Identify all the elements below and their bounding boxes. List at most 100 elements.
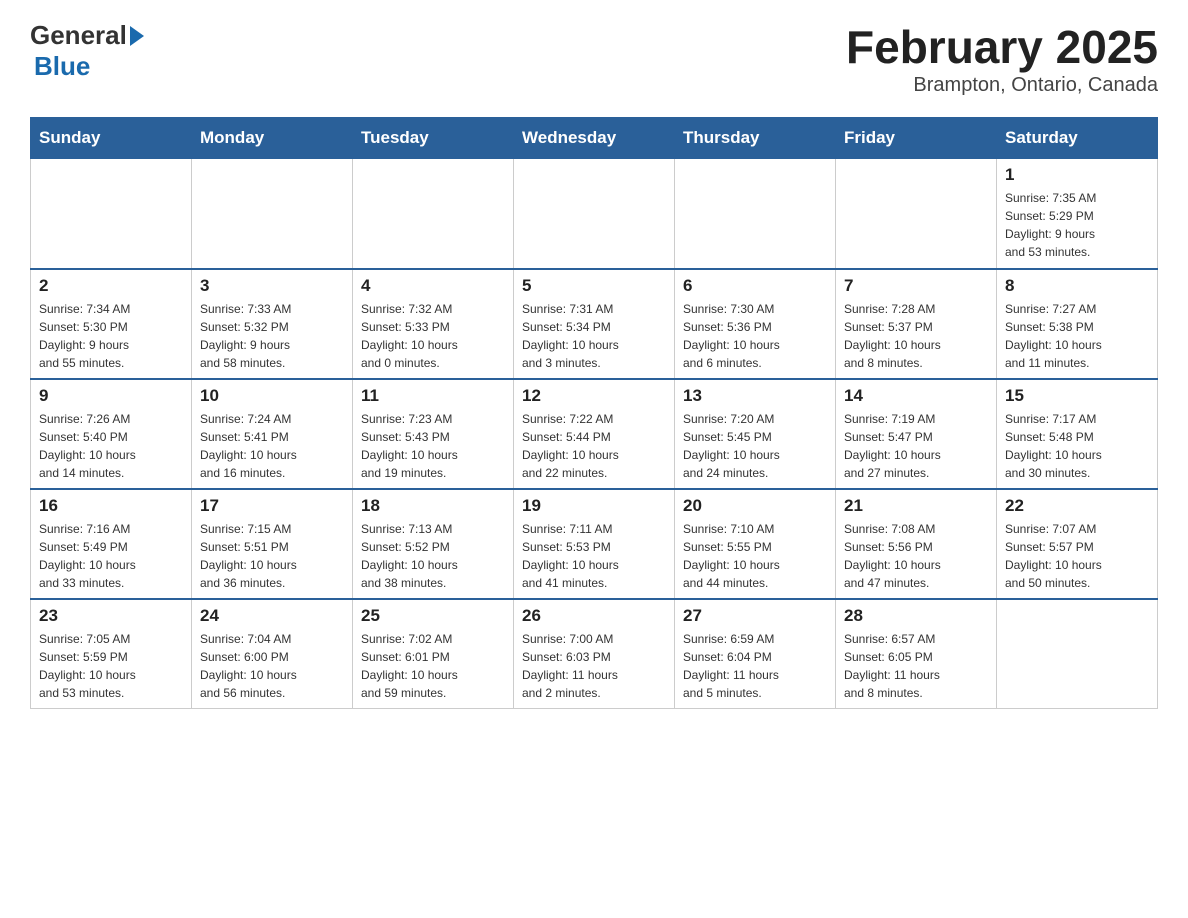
day-number: 15 — [1005, 386, 1149, 406]
weekday-header-sunday: Sunday — [31, 118, 192, 159]
calendar-day-cell: 19Sunrise: 7:11 AMSunset: 5:53 PMDayligh… — [514, 489, 675, 599]
calendar-header-row: SundayMondayTuesdayWednesdayThursdayFrid… — [31, 118, 1158, 159]
day-info: Sunrise: 7:24 AMSunset: 5:41 PMDaylight:… — [200, 410, 344, 482]
day-info: Sunrise: 7:31 AMSunset: 5:34 PMDaylight:… — [522, 300, 666, 372]
calendar-day-cell: 11 Sunrise: 7:23 AMSunset: 5:43 PMDayligh… — [353, 379, 514, 489]
calendar-day-cell — [31, 159, 192, 269]
calendar-week-row: 1 Sunrise: 7:35 AMSunset: 5:29 PMDaylight… — [31, 159, 1158, 269]
calendar-day-cell: 2 Sunrise: 7:34 AMSunset: 5:30 PMDaylight… — [31, 269, 192, 379]
day-info: Sunrise: 7:23 AMSunset: 5:43 PMDaylight:… — [361, 410, 505, 482]
calendar-day-cell: 26 Sunrise: 7:00 AMSunset: 6:03 PMDayligh… — [514, 599, 675, 709]
calendar-week-row: 23 Sunrise: 7:05 AMSunset: 5:59 PMDayligh… — [31, 599, 1158, 709]
calendar-day-cell: 18 Sunrise: 7:13 AMSunset: 5:52 PMDayligh… — [353, 489, 514, 599]
calendar-day-cell: 5 Sunrise: 7:31 AMSunset: 5:34 PMDaylight… — [514, 269, 675, 379]
day-number: 18 — [361, 496, 505, 516]
day-info: Sunrise: 7:11 AMSunset: 5:53 PMDaylight:… — [522, 520, 666, 592]
title-block: February 2025 Brampton, Ontario, Canada — [846, 20, 1158, 97]
day-info: Sunrise: 7:33 AMSunset: 5:32 PMDaylight:… — [200, 300, 344, 372]
day-info: Sunrise: 7:07 AMSunset: 5:57 PMDaylight:… — [1005, 520, 1149, 592]
day-number: 23 — [39, 606, 183, 626]
day-number: 26 — [522, 606, 666, 626]
calendar-day-cell: 9 Sunrise: 7:26 AMSunset: 5:40 PMDaylight… — [31, 379, 192, 489]
calendar-day-cell: 27Sunrise: 6:59 AMSunset: 6:04 PMDayligh… — [675, 599, 836, 709]
weekday-header-saturday: Saturday — [997, 118, 1158, 159]
day-number: 21 — [844, 496, 988, 516]
day-info: Sunrise: 7:28 AMSunset: 5:37 PMDaylight:… — [844, 300, 988, 372]
weekday-header-monday: Monday — [192, 118, 353, 159]
calendar-day-cell: 25 Sunrise: 7:02 AMSunset: 6:01 PMDayligh… — [353, 599, 514, 709]
weekday-header-thursday: Thursday — [675, 118, 836, 159]
calendar-day-cell — [675, 159, 836, 269]
day-info: Sunrise: 7:00 AMSunset: 6:03 PMDaylight:… — [522, 630, 666, 702]
day-number: 28 — [844, 606, 988, 626]
day-number: 11 — [361, 386, 505, 406]
day-number: 17 — [200, 496, 344, 516]
calendar-day-cell: 20 Sunrise: 7:10 AMSunset: 5:55 PMDayligh… — [675, 489, 836, 599]
day-info: Sunrise: 7:30 AMSunset: 5:36 PMDaylight:… — [683, 300, 827, 372]
calendar-day-cell: 13Sunrise: 7:20 AMSunset: 5:45 PMDayligh… — [675, 379, 836, 489]
day-number: 22 — [1005, 496, 1149, 516]
day-number: 16 — [39, 496, 183, 516]
calendar-subtitle: Brampton, Ontario, Canada — [846, 74, 1158, 97]
calendar-week-row: 16 Sunrise: 7:16 AMSunset: 5:49 PMDayligh… — [31, 489, 1158, 599]
day-info: Sunrise: 7:05 AMSunset: 5:59 PMDaylight:… — [39, 630, 183, 702]
calendar-day-cell: 1 Sunrise: 7:35 AMSunset: 5:29 PMDaylight… — [997, 159, 1158, 269]
page-header: General Blue February 2025 Brampton, Ont… — [30, 20, 1158, 97]
calendar-day-cell: 16 Sunrise: 7:16 AMSunset: 5:49 PMDayligh… — [31, 489, 192, 599]
calendar-day-cell: 21 Sunrise: 7:08 AMSunset: 5:56 PMDayligh… — [836, 489, 997, 599]
calendar-week-row: 9 Sunrise: 7:26 AMSunset: 5:40 PMDaylight… — [31, 379, 1158, 489]
day-info: Sunrise: 7:27 AMSunset: 5:38 PMDaylight:… — [1005, 300, 1149, 372]
day-info: Sunrise: 7:20 AMSunset: 5:45 PMDaylight:… — [683, 410, 827, 482]
day-info: Sunrise: 7:26 AMSunset: 5:40 PMDaylight:… — [39, 410, 183, 482]
day-info: Sunrise: 6:59 AMSunset: 6:04 PMDaylight:… — [683, 630, 827, 702]
logo-general-text: General — [30, 20, 127, 51]
day-info: Sunrise: 7:22 AMSunset: 5:44 PMDaylight:… — [522, 410, 666, 482]
day-number: 1 — [1005, 165, 1149, 185]
calendar-day-cell: 14Sunrise: 7:19 AMSunset: 5:47 PMDayligh… — [836, 379, 997, 489]
calendar-day-cell — [353, 159, 514, 269]
day-info: Sunrise: 7:16 AMSunset: 5:49 PMDaylight:… — [39, 520, 183, 592]
day-number: 20 — [683, 496, 827, 516]
day-number: 12 — [522, 386, 666, 406]
calendar-day-cell — [192, 159, 353, 269]
calendar-day-cell: 3Sunrise: 7:33 AMSunset: 5:32 PMDaylight… — [192, 269, 353, 379]
calendar-day-cell: 22 Sunrise: 7:07 AMSunset: 5:57 PMDayligh… — [997, 489, 1158, 599]
calendar-day-cell: 15 Sunrise: 7:17 AMSunset: 5:48 PMDayligh… — [997, 379, 1158, 489]
day-number: 2 — [39, 276, 183, 296]
day-number: 7 — [844, 276, 988, 296]
day-number: 25 — [361, 606, 505, 626]
weekday-header-tuesday: Tuesday — [353, 118, 514, 159]
day-number: 9 — [39, 386, 183, 406]
day-number: 6 — [683, 276, 827, 296]
day-info: Sunrise: 7:13 AMSunset: 5:52 PMDaylight:… — [361, 520, 505, 592]
calendar-day-cell: 12 Sunrise: 7:22 AMSunset: 5:44 PMDayligh… — [514, 379, 675, 489]
logo: General Blue — [30, 20, 144, 82]
calendar-title: February 2025 — [846, 20, 1158, 74]
day-number: 8 — [1005, 276, 1149, 296]
day-number: 5 — [522, 276, 666, 296]
day-info: Sunrise: 7:10 AMSunset: 5:55 PMDaylight:… — [683, 520, 827, 592]
calendar-day-cell: 10 Sunrise: 7:24 AMSunset: 5:41 PMDayligh… — [192, 379, 353, 489]
calendar-day-cell: 7 Sunrise: 7:28 AMSunset: 5:37 PMDaylight… — [836, 269, 997, 379]
calendar-table: SundayMondayTuesdayWednesdayThursdayFrid… — [30, 117, 1158, 709]
day-info: Sunrise: 7:35 AMSunset: 5:29 PMDaylight:… — [1005, 189, 1149, 261]
calendar-day-cell — [997, 599, 1158, 709]
calendar-week-row: 2 Sunrise: 7:34 AMSunset: 5:30 PMDaylight… — [31, 269, 1158, 379]
calendar-day-cell: 4Sunrise: 7:32 AMSunset: 5:33 PMDaylight… — [353, 269, 514, 379]
logo-arrow-icon — [130, 26, 144, 46]
day-info: Sunrise: 7:34 AMSunset: 5:30 PMDaylight:… — [39, 300, 183, 372]
day-info: Sunrise: 7:02 AMSunset: 6:01 PMDaylight:… — [361, 630, 505, 702]
calendar-day-cell: 24Sunrise: 7:04 AMSunset: 6:00 PMDayligh… — [192, 599, 353, 709]
day-number: 10 — [200, 386, 344, 406]
logo-blue-text: Blue — [34, 51, 90, 82]
day-info: Sunrise: 7:17 AMSunset: 5:48 PMDaylight:… — [1005, 410, 1149, 482]
weekday-header-wednesday: Wednesday — [514, 118, 675, 159]
day-info: Sunrise: 7:04 AMSunset: 6:00 PMDaylight:… — [200, 630, 344, 702]
calendar-day-cell: 8 Sunrise: 7:27 AMSunset: 5:38 PMDaylight… — [997, 269, 1158, 379]
day-info: Sunrise: 7:08 AMSunset: 5:56 PMDaylight:… — [844, 520, 988, 592]
weekday-header-friday: Friday — [836, 118, 997, 159]
calendar-day-cell: 6 Sunrise: 7:30 AMSunset: 5:36 PMDaylight… — [675, 269, 836, 379]
day-number: 14 — [844, 386, 988, 406]
day-number: 4 — [361, 276, 505, 296]
calendar-day-cell — [514, 159, 675, 269]
